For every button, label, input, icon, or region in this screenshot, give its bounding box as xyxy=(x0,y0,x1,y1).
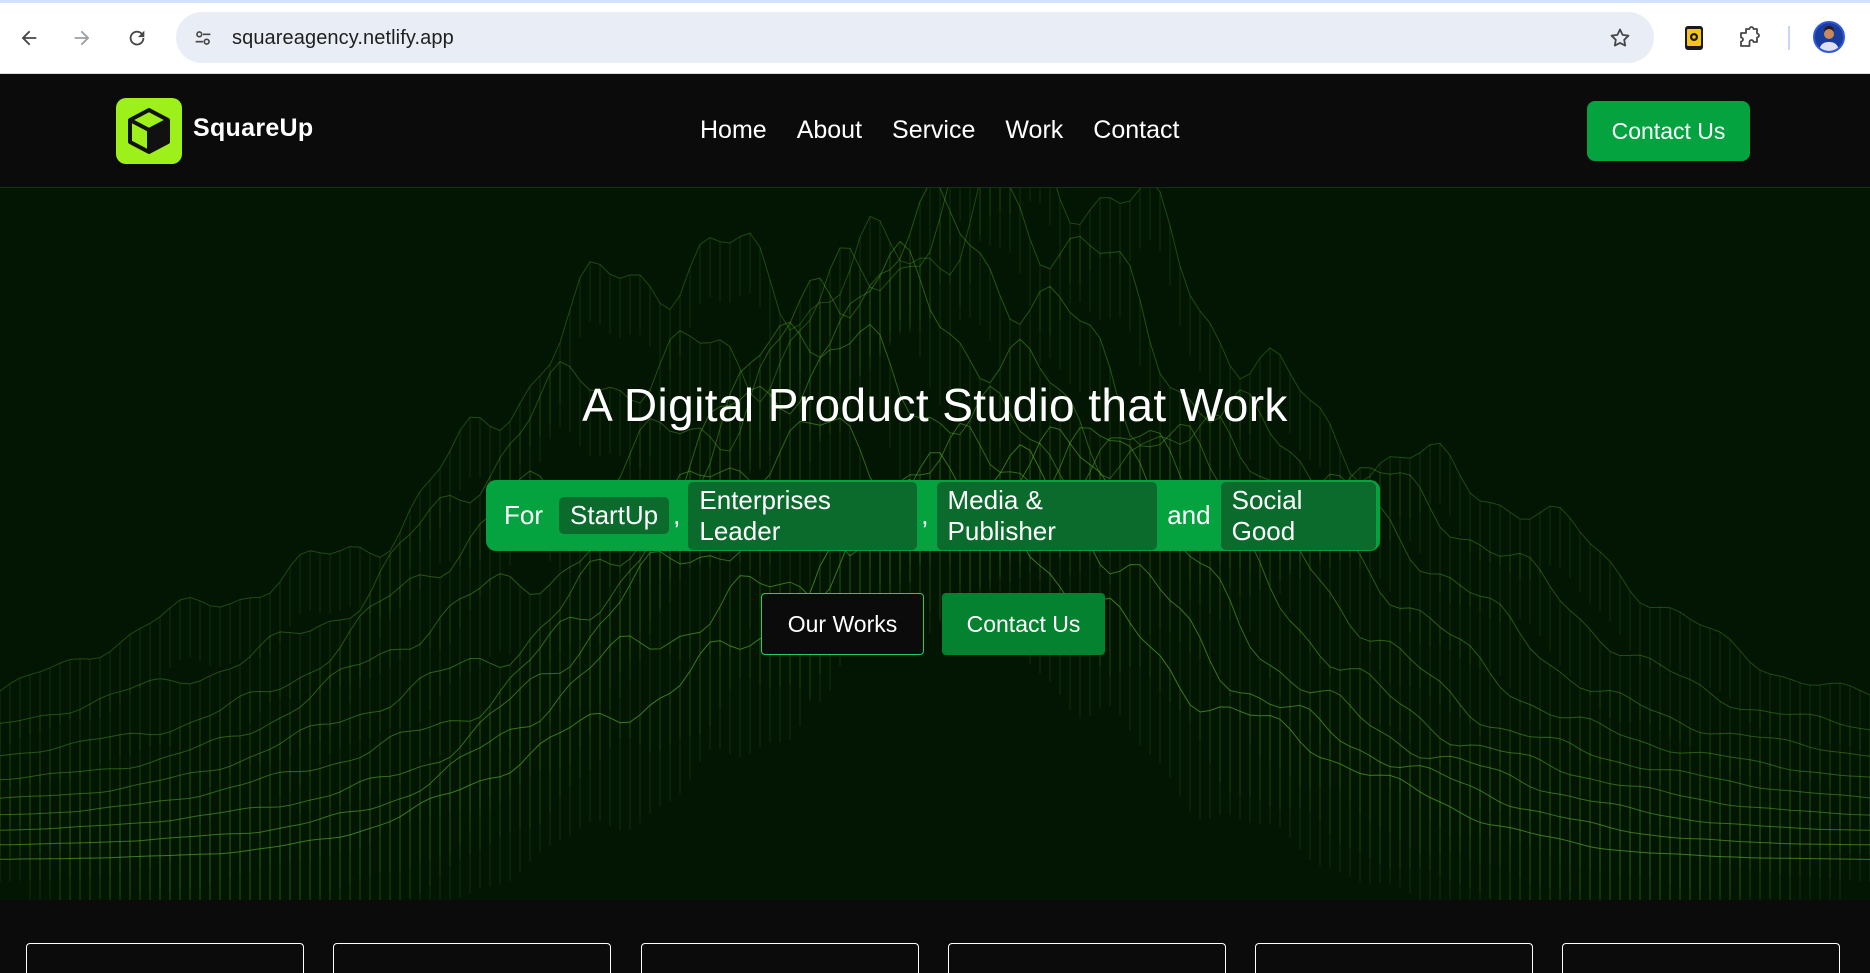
arrow-right-icon xyxy=(74,30,90,46)
logo[interactable] xyxy=(116,98,182,164)
hero-tagline: For StartUp , Enterprises Leader , Media… xyxy=(486,480,1380,551)
star-icon xyxy=(1610,28,1630,47)
nav-about[interactable]: About xyxy=(797,116,862,145)
partner-card xyxy=(948,943,1226,973)
partner-card xyxy=(1255,943,1533,973)
back-button[interactable] xyxy=(13,22,45,54)
tagline-comma: , xyxy=(673,500,681,530)
hero-title: A Digital Product Studio that Work xyxy=(582,379,1288,431)
browser-toolbar: squareagency.netlify.app xyxy=(0,0,1870,74)
arrow-left-icon xyxy=(21,30,37,46)
logo-strip xyxy=(0,900,1870,973)
url-text[interactable]: squareagency.netlify.app xyxy=(232,27,454,50)
partner-card xyxy=(1562,943,1840,973)
partner-card xyxy=(641,943,919,973)
reload-button[interactable] xyxy=(121,22,153,54)
phone-extension-icon xyxy=(1685,26,1703,50)
extensions-button[interactable] xyxy=(1733,22,1765,54)
tune-icon xyxy=(195,31,211,45)
extension-button[interactable] xyxy=(1678,22,1710,54)
nav-home[interactable]: Home xyxy=(700,116,767,145)
cube-icon xyxy=(128,108,170,154)
nav-service[interactable]: Service xyxy=(892,116,975,145)
bookmark-button[interactable] xyxy=(1606,24,1634,52)
forward-button[interactable] xyxy=(66,22,98,54)
tagline-pill-media: Media & Publisher xyxy=(936,481,1158,550)
avatar[interactable] xyxy=(1813,21,1845,53)
hero-contact-button[interactable]: Contact Us xyxy=(942,593,1105,655)
nav-contact[interactable]: Contact xyxy=(1093,116,1179,145)
site-info-button[interactable] xyxy=(190,25,216,51)
site-header: SquareUp Home About Service Work Contact… xyxy=(0,74,1870,188)
main-menu: Home About Service Work Contact xyxy=(700,116,1179,145)
tagline-pill-enterprises: Enterprises Leader xyxy=(688,481,918,550)
tab-strip-edge xyxy=(0,0,1870,3)
partner-card xyxy=(26,943,304,973)
nav-work[interactable]: Work xyxy=(1005,116,1063,145)
tagline-and: and xyxy=(1167,500,1211,530)
tagline-pill-startup: StartUp xyxy=(559,497,670,534)
header-contact-button[interactable]: Contact Us xyxy=(1587,101,1750,161)
brand-name[interactable]: SquareUp xyxy=(193,114,313,143)
hero-section: A Digital Product Studio that Work For S… xyxy=(0,188,1870,900)
reload-icon xyxy=(129,30,145,46)
our-works-button[interactable]: Our Works xyxy=(761,593,924,655)
toolbar-divider xyxy=(1788,26,1790,50)
profile-icon xyxy=(1819,26,1839,51)
tagline-comma: , xyxy=(921,500,929,530)
tagline-for: For xyxy=(504,500,543,530)
puzzle-icon xyxy=(1740,26,1760,47)
tagline-pill-social-good: Social Good xyxy=(1220,481,1377,550)
partner-card xyxy=(333,943,611,973)
address-bar[interactable]: squareagency.netlify.app xyxy=(176,12,1654,63)
